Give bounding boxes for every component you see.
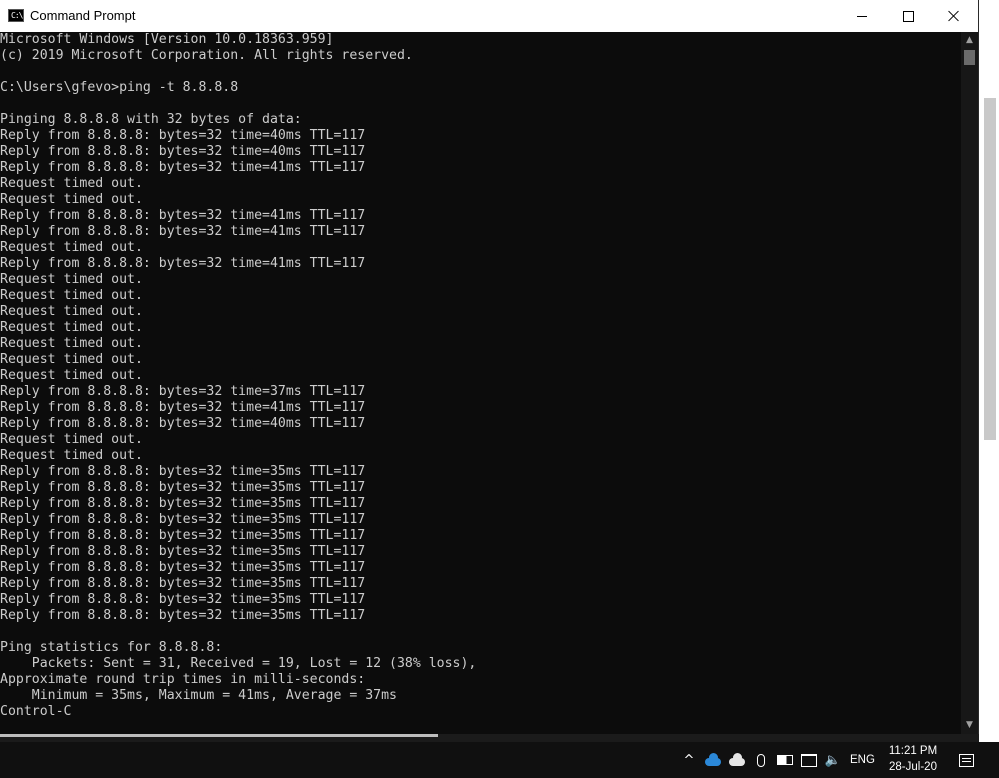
- console-line: Reply from 8.8.8.8: bytes=32 time=35ms T…: [0, 480, 366, 495]
- cmd-icon: C:\: [8, 9, 24, 22]
- console-line: Request timed out.: [0, 336, 143, 351]
- language-indicator[interactable]: ENG: [850, 751, 875, 769]
- console-line: Minimum = 35ms, Maximum = 41ms, Average …: [0, 688, 397, 703]
- console-line: Reply from 8.8.8.8: bytes=32 time=35ms T…: [0, 608, 366, 623]
- console-line: Reply from 8.8.8.8: bytes=32 time=41ms T…: [0, 400, 366, 415]
- console-line: Reply from 8.8.8.8: bytes=32 time=40ms T…: [0, 128, 366, 143]
- console-line: Reply from 8.8.8.8: bytes=32 time=35ms T…: [0, 592, 366, 607]
- console-line: Reply from 8.8.8.8: bytes=32 time=37ms T…: [0, 384, 366, 399]
- console-line: C:\Users\gfevo>ping -t 8.8.8.8: [0, 80, 239, 95]
- console-line: Request timed out.: [0, 272, 143, 287]
- console-line: (c) 2019 Microsoft Corporation. All righ…: [0, 48, 413, 63]
- console-line: Reply from 8.8.8.8: bytes=32 time=35ms T…: [0, 544, 366, 559]
- console-line: Request timed out.: [0, 368, 143, 383]
- background-window-bottom: [0, 734, 979, 742]
- console-scrollbar[interactable]: ▲ ▼: [961, 32, 978, 734]
- console-line: Request timed out.: [0, 288, 143, 303]
- clock-date: 28-Jul-20: [889, 761, 937, 773]
- console-line: Reply from 8.8.8.8: bytes=32 time=35ms T…: [0, 560, 366, 575]
- console-line: Microsoft Windows [Version 10.0.18363.95…: [0, 32, 334, 47]
- onedrive-icon[interactable]: [704, 751, 722, 769]
- console-line: Reply from 8.8.8.8: bytes=32 time=40ms T…: [0, 416, 366, 431]
- command-prompt-window[interactable]: C:\ Command Prompt Microsoft Windows [Ve…: [0, 0, 979, 734]
- cloud-icon[interactable]: [728, 751, 746, 769]
- console-line: Reply from 8.8.8.8: bytes=32 time=35ms T…: [0, 496, 366, 511]
- background-window-edge: [979, 0, 999, 742]
- scroll-down-arrow[interactable]: ▼: [961, 717, 978, 734]
- console-line: Request timed out.: [0, 320, 143, 335]
- volume-icon[interactable]: 🔈: [824, 751, 842, 769]
- console-line: Reply from 8.8.8.8: bytes=32 time=35ms T…: [0, 464, 366, 479]
- console-line: Reply from 8.8.8.8: bytes=32 time=41ms T…: [0, 160, 366, 175]
- taskbar: ^ 🔈 ENG 11:21 PM 28-Jul-20: [0, 742, 999, 778]
- microphone-icon[interactable]: [752, 751, 770, 769]
- close-button[interactable]: [931, 0, 977, 32]
- console-line: Request timed out.: [0, 448, 143, 463]
- console-output[interactable]: Microsoft Windows [Version 10.0.18363.95…: [0, 32, 961, 734]
- console-line: Reply from 8.8.8.8: bytes=32 time=35ms T…: [0, 512, 366, 527]
- scroll-up-arrow[interactable]: ▲: [961, 32, 978, 49]
- console-line: Control-C: [0, 704, 72, 719]
- console-line: Request timed out.: [0, 240, 143, 255]
- console-line: Reply from 8.8.8.8: bytes=32 time=41ms T…: [0, 256, 366, 271]
- close-icon: [948, 10, 960, 22]
- console-line: Request timed out.: [0, 176, 143, 191]
- console-line: Reply from 8.8.8.8: bytes=32 time=41ms T…: [0, 224, 366, 239]
- maximize-button[interactable]: [885, 0, 931, 32]
- background-scroll-thumb: [984, 98, 996, 440]
- console-line: Ping statistics for 8.8.8.8:: [0, 640, 223, 655]
- network-icon[interactable]: [800, 751, 818, 769]
- notification-icon[interactable]: [957, 751, 975, 769]
- console-line: Reply from 8.8.8.8: bytes=32 time=35ms T…: [0, 576, 366, 591]
- scroll-thumb[interactable]: [964, 50, 975, 65]
- chevron-up-icon[interactable]: ^: [680, 751, 698, 769]
- console-line: Pinging 8.8.8.8 with 32 bytes of data:: [0, 112, 302, 127]
- console-line: Request timed out.: [0, 432, 143, 447]
- maximize-icon: [902, 10, 914, 22]
- console-line: Reply from 8.8.8.8: bytes=32 time=40ms T…: [0, 144, 366, 159]
- title-bar[interactable]: C:\ Command Prompt: [0, 0, 978, 32]
- taskbar-clock[interactable]: 11:21 PM 28-Jul-20: [880, 742, 946, 778]
- clock-time: 11:21 PM: [888, 745, 938, 757]
- console-line: Approximate round trip times in milli-se…: [0, 672, 366, 687]
- window-title: Command Prompt: [30, 8, 136, 23]
- battery-icon[interactable]: [776, 751, 794, 769]
- console-line: Request timed out.: [0, 304, 143, 319]
- minimize-button[interactable]: [839, 0, 885, 32]
- console-line: Reply from 8.8.8.8: bytes=32 time=41ms T…: [0, 208, 366, 223]
- console-line: Reply from 8.8.8.8: bytes=32 time=35ms T…: [0, 528, 366, 543]
- console-line: Request timed out.: [0, 352, 143, 367]
- console-line: Packets: Sent = 31, Received = 19, Lost …: [0, 656, 477, 671]
- minimize-icon: [857, 15, 867, 17]
- console-line: Request timed out.: [0, 192, 143, 207]
